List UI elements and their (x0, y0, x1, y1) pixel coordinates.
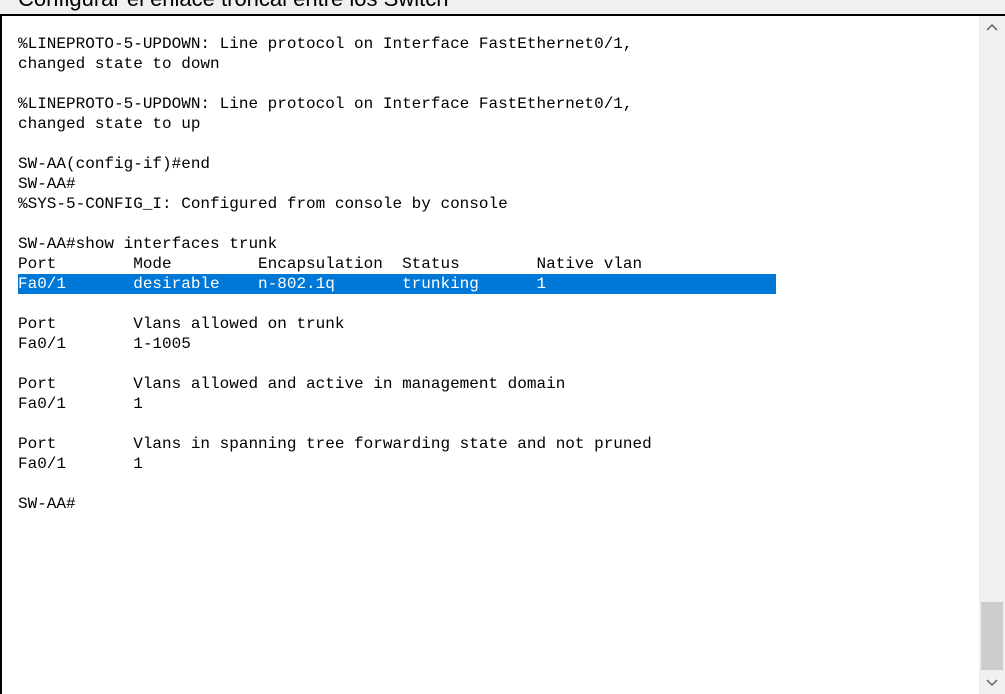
console-line: SW-AA# (18, 175, 76, 193)
window-title-bar: Configurar el enlace troncal entre los S… (0, 0, 1005, 14)
console-line: Port Vlans allowed on trunk (18, 315, 345, 333)
scroll-up-button[interactable] (979, 16, 1005, 38)
vertical-scrollbar[interactable] (979, 16, 1005, 694)
console-line: changed state to down (18, 55, 220, 73)
chevron-up-icon (986, 18, 998, 36)
console-line: Fa0/1 1 (18, 395, 143, 413)
console-prompt: SW-AA# (18, 495, 76, 513)
console-line: %LINEPROTO-5-UPDOWN: Line protocol on In… (18, 35, 633, 53)
cli-console-output[interactable]: %LINEPROTO-5-UPDOWN: Line protocol on In… (18, 34, 973, 694)
window-title: Configurar el enlace troncal entre los S… (18, 0, 448, 12)
chevron-down-icon (986, 674, 998, 692)
scroll-down-button[interactable] (979, 672, 1005, 694)
console-line: SW-AA(config-if)#end (18, 155, 211, 173)
console-line: Port Vlans allowed and active in managem… (18, 375, 566, 393)
console-line: changed state to up (18, 115, 201, 133)
trunk-table-selected-row[interactable]: Fa0/1 desirable n-802.1q trunking 1 (18, 274, 973, 294)
console-line: Fa0/1 1 (18, 455, 143, 473)
selected-text: Fa0/1 desirable n-802.1q trunking 1 (18, 274, 776, 294)
console-line: Port Vlans in spanning tree forwarding s… (18, 435, 652, 453)
console-line: %SYS-5-CONFIG_I: Configured from console… (18, 195, 508, 213)
trunk-table-header: Port Mode Encapsulation Status Native vl… (18, 255, 643, 273)
console-line: Fa0/1 1-1005 (18, 335, 191, 353)
console-line: %LINEPROTO-5-UPDOWN: Line protocol on In… (18, 95, 633, 113)
console-line: SW-AA#show interfaces trunk (18, 235, 278, 253)
scrollbar-thumb[interactable] (981, 602, 1003, 670)
